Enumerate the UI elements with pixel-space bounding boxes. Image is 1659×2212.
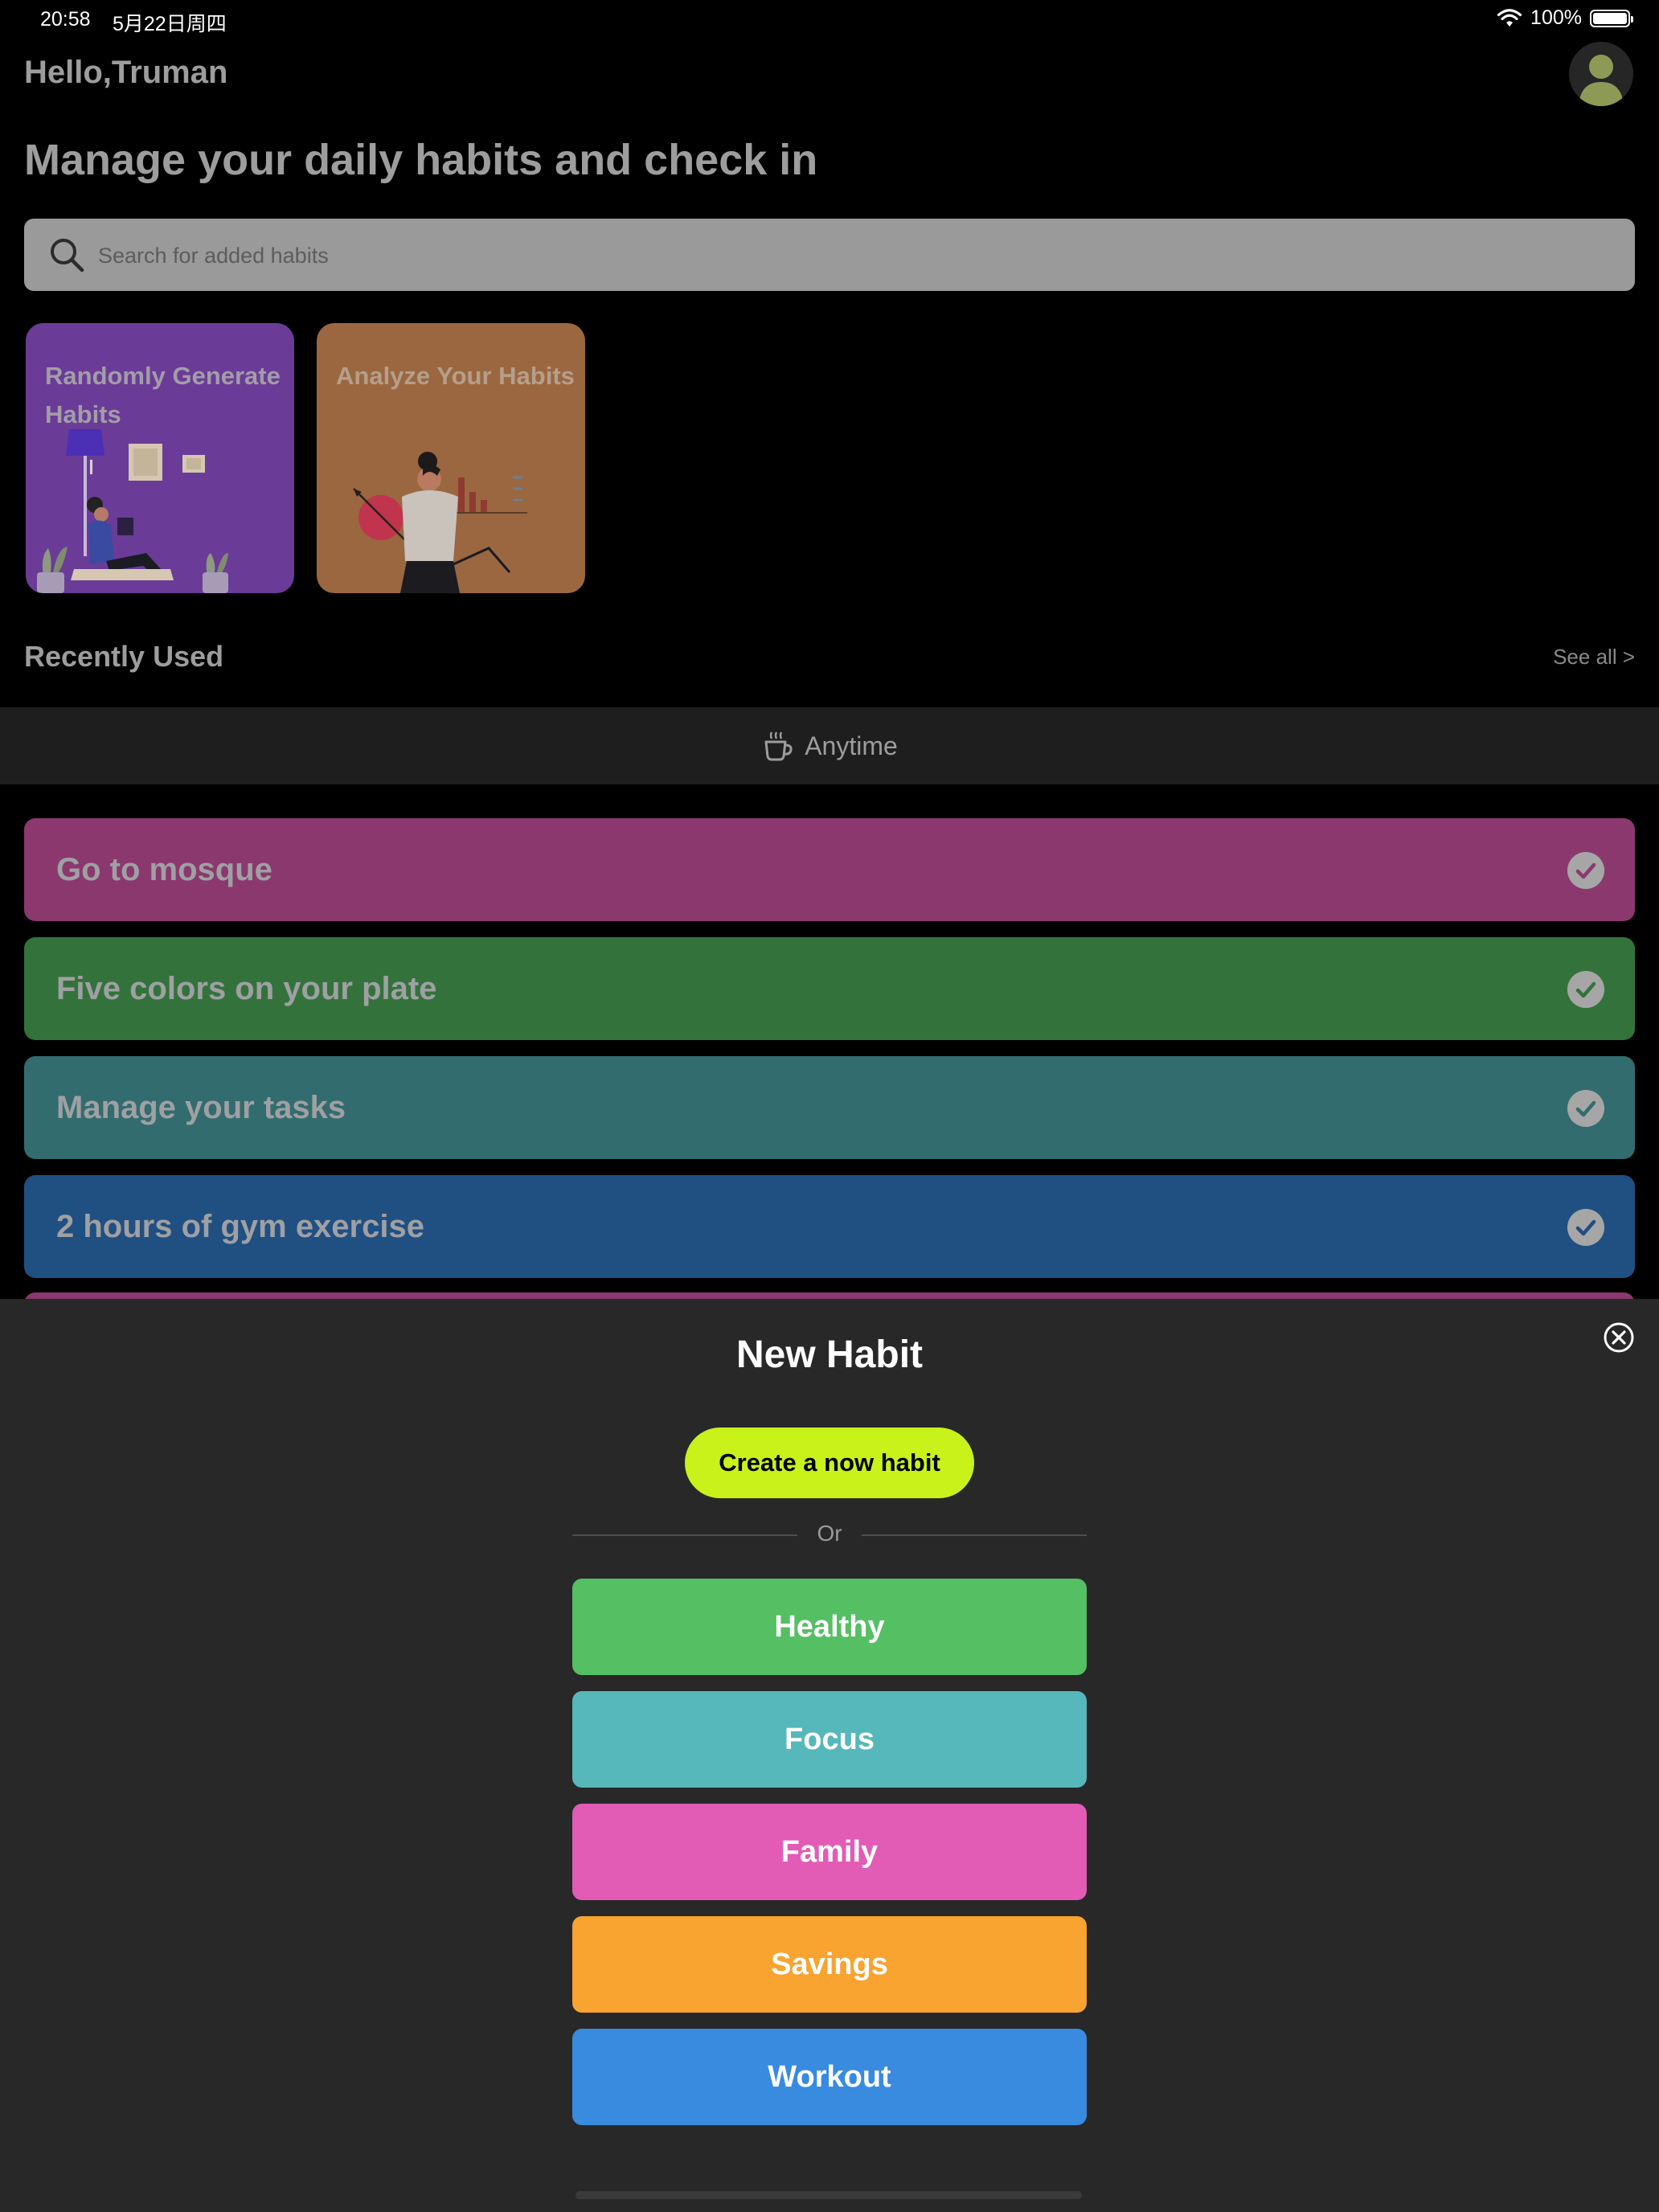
category-family-button[interactable]: Family — [572, 1804, 1087, 1900]
close-icon[interactable] — [1603, 1321, 1635, 1354]
or-divider: Or — [572, 1521, 1087, 1548]
habit-row[interactable]: Go to mosque — [24, 818, 1635, 921]
recently-used-title: Recently Used — [24, 640, 224, 673]
habit-row[interactable]: Manage your tasks — [24, 1056, 1635, 1159]
battery-percent: 100% — [1530, 6, 1582, 29]
new-habit-sheet: New Habit Create a now habit Or Healthy … — [0, 1299, 1659, 2212]
analytics-person-illustration — [353, 452, 527, 593]
random-habits-card[interactable]: Randomly Generate Habits — [26, 323, 294, 593]
check-icon[interactable] — [1567, 852, 1604, 889]
status-bar: 20:58 5月22日周四 100% — [0, 0, 1659, 39]
coffee-cup-icon — [764, 731, 793, 761]
create-habit-button[interactable]: Create a now habit — [685, 1428, 974, 1498]
battery-icon — [1590, 9, 1633, 27]
time-filter-label: Anytime — [805, 731, 898, 760]
check-icon[interactable] — [1567, 1090, 1604, 1127]
habit-label: Manage your tasks — [56, 1090, 346, 1125]
screen: 20:58 5月22日周四 100% Hello,Truman Manage y… — [0, 0, 1659, 2212]
habit-row[interactable]: Five colors on your plate — [24, 937, 1635, 1040]
habit-label: Go to mosque — [56, 852, 272, 887]
home-indicator — [576, 2191, 1082, 2199]
check-icon[interactable] — [1567, 971, 1604, 1008]
habit-label: Five colors on your plate — [56, 971, 437, 1006]
analyze-habits-card[interactable]: Analyze Your Habits — [317, 323, 585, 593]
status-right: 100% — [1497, 6, 1633, 30]
category-focus-button[interactable]: Focus — [572, 1691, 1087, 1788]
divider-line-right — [862, 1534, 1087, 1536]
category-workout-button[interactable]: Workout — [572, 2029, 1087, 2125]
habit-label: 2 hours of gym exercise — [56, 1209, 424, 1244]
search-input[interactable] — [96, 219, 1611, 293]
avatar[interactable] — [1569, 42, 1633, 106]
status-date: 5月22日周四 — [113, 13, 227, 35]
sheet-title: New Habit — [735, 1333, 924, 1376]
search-bar[interactable] — [24, 219, 1635, 293]
status-time: 20:58 — [40, 8, 91, 31]
search-icon — [51, 239, 84, 272]
category-savings-button[interactable]: Savings — [572, 1916, 1087, 2013]
wifi-icon — [1497, 8, 1522, 27]
habit-row[interactable]: 2 hours of gym exercise — [24, 1175, 1635, 1278]
see-all-link[interactable]: See all > — [1553, 645, 1635, 670]
reading-person-illustration — [37, 429, 228, 593]
check-icon[interactable] — [1567, 1209, 1604, 1246]
or-label: Or — [817, 1521, 842, 1546]
analyze-habits-card-title: Analyze Your Habits — [336, 362, 575, 390]
greeting: Hello,Truman — [24, 55, 228, 90]
category-healthy-button[interactable]: Healthy — [572, 1579, 1087, 1675]
page-title: Manage your daily habits and check in — [24, 136, 818, 184]
avatar-icon — [1579, 55, 1624, 106]
time-filter-band[interactable]: Anytime — [0, 707, 1659, 784]
